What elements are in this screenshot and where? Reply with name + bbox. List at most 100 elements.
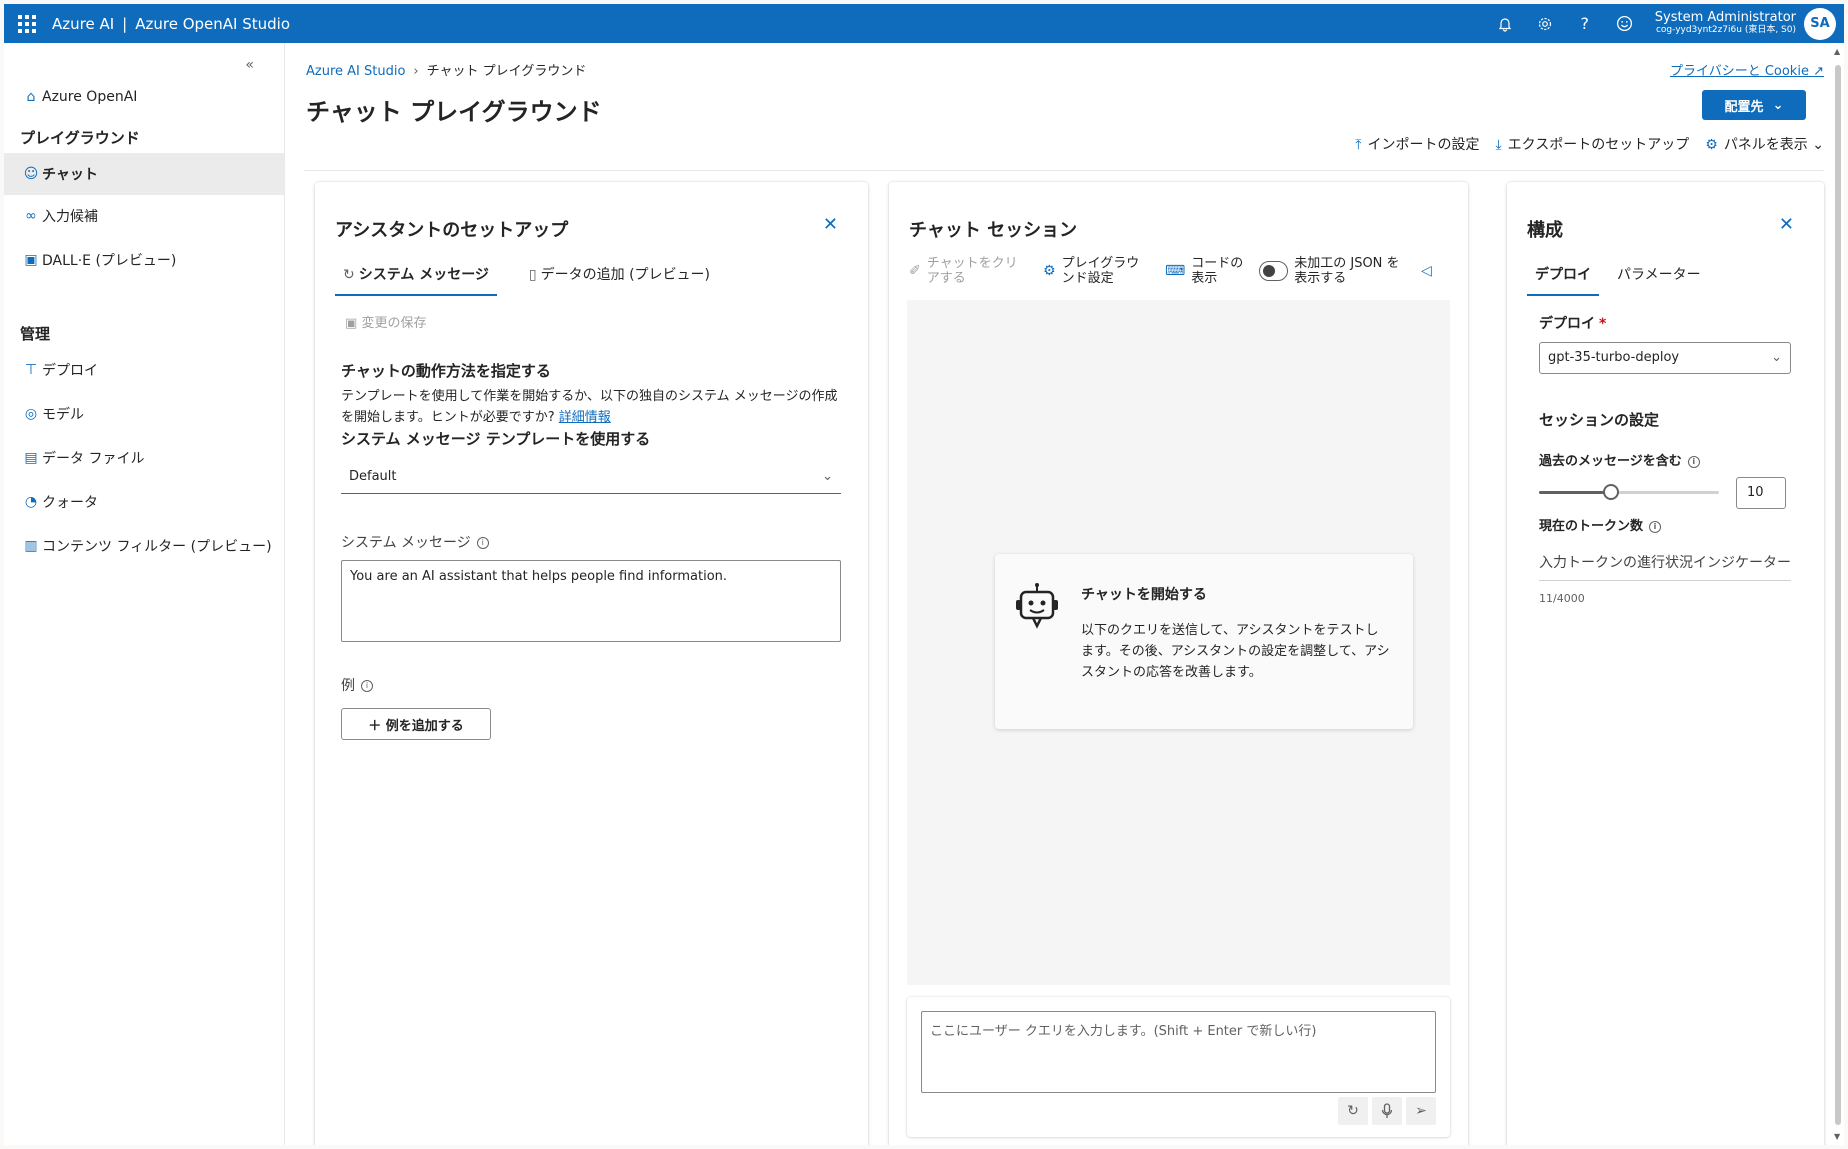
microphone-icon[interactable] <box>1372 1097 1402 1125</box>
page-scrollbar[interactable]: ▲ ▼ <box>1832 43 1844 1145</box>
scroll-down-icon[interactable]: ▼ <box>1834 1132 1840 1141</box>
show-panels-button[interactable]: ⚙ パネルを表示 ⌄ <box>1705 134 1824 154</box>
sidebar: « ⌂ Azure OpenAI プレイグラウンド ☺ チャット ∞ 入力候補 ▣ DA… <box>4 43 285 1145</box>
sidebar-item-content-filters[interactable]: ▥ コンテンツ フィルター (プレビュー) <box>4 525 285 567</box>
start-chat-description: 以下のクエリを送信して、アシスタントをテストします。その後、アシスタントの設定を… <box>1081 623 1390 680</box>
scroll-up-icon[interactable]: ▲ <box>1834 47 1840 56</box>
deploy-field-label: デプロイ * <box>1539 313 1606 333</box>
sidebar-item-completions[interactable]: ∞ 入力候補 <box>4 195 285 237</box>
tab-system-message[interactable]: ↻ システム メッセージ <box>335 264 497 296</box>
brand-azure-ai[interactable]: Azure AI <box>52 15 114 33</box>
close-icon[interactable]: ✕ <box>1779 214 1794 235</box>
learn-more-link[interactable]: 詳細情報 <box>559 410 611 425</box>
speaker-icon: ◁ <box>1421 262 1432 279</box>
tab-deploy[interactable]: デプロイ <box>1527 264 1599 296</box>
data-file-icon: ▤ <box>24 450 38 466</box>
upload-icon: ⤒ <box>1355 137 1362 153</box>
sidebar-item-label: モデル <box>42 407 84 423</box>
sidebar-item-chat[interactable]: ☺ チャット <box>4 153 285 195</box>
playground-settings-label: プレイグラウンド設定 <box>1061 256 1140 286</box>
avatar[interactable]: SA <box>1804 7 1836 40</box>
close-icon[interactable]: ✕ <box>823 214 838 235</box>
send-icon[interactable]: ➢ <box>1406 1097 1436 1125</box>
examples-label: 例i <box>341 675 373 695</box>
system-message-textarea[interactable]: You are an AI assistant that helps peopl… <box>341 560 841 642</box>
past-messages-slider[interactable] <box>1539 484 1719 500</box>
sidebar-item-azure-openai[interactable]: ⌂ Azure OpenAI <box>4 76 285 118</box>
view-code-label: コードの表示 <box>1191 256 1244 286</box>
info-icon[interactable]: i <box>1649 520 1662 533</box>
user-info[interactable]: System Administrator cog-yyd3ynt2z7i6u (… <box>1655 11 1796 37</box>
view-code-button[interactable]: ⌨ コードの表示 <box>1165 256 1245 286</box>
template-dropdown[interactable]: Default ⌄ <box>341 462 841 494</box>
session-settings-heading: セッションの設定 <box>1539 411 1660 429</box>
collapse-sidebar-icon[interactable]: « <box>245 57 254 73</box>
slider-fill <box>1539 491 1611 494</box>
past-messages-label: 過去のメッセージを含む i <box>1539 450 1700 469</box>
speaker-button[interactable]: ◁ <box>1421 262 1432 279</box>
tab-parameters[interactable]: パラメーター <box>1609 264 1709 296</box>
start-chat-card: チャットを開始する 以下のクエリを送信して、アシスタントをテストします。その後、… <box>995 554 1413 729</box>
info-icon[interactable]: i <box>361 680 373 692</box>
breadcrumb-current: チャット プレイグラウンド <box>426 64 587 79</box>
bell-icon[interactable] <box>1485 4 1525 43</box>
deploy-to-button[interactable]: 配置先 ⌄ <box>1702 90 1806 120</box>
chevron-down-icon: ⌄ <box>1812 137 1824 153</box>
sidebar-item-deploy[interactable]: ⊤ デプロイ <box>4 349 285 391</box>
export-setup-button[interactable]: ⤓ エクスポートのセットアップ <box>1495 134 1689 154</box>
chat-input-container: ここにユーザー クエリを入力します。(Shift + Enter で新しい行) … <box>907 997 1450 1137</box>
brand-product[interactable]: Azure OpenAI Studio <box>135 15 290 33</box>
show-raw-json-label: 未加工の JSON を表示する <box>1294 256 1400 286</box>
deploy-to-label: 配置先 <box>1724 99 1764 115</box>
assistant-tabs: ↻ システム メッセージ ▯ データの追加 (プレビュー) <box>335 264 718 296</box>
sidebar-item-models[interactable]: ◎ モデル <box>4 393 285 435</box>
chevron-down-icon: ⌄ <box>1772 97 1784 113</box>
deployment-value: gpt-35-turbo-deploy <box>1548 350 1680 365</box>
chat-icon: ☺ <box>23 166 39 182</box>
import-settings-label: インポートの設定 <box>1367 137 1480 153</box>
chat-toolbar: ✐ チャットをクリアする ⚙ プレイグラウンド設定 ⌨ コードの表示 未加工の JSO… <box>909 246 1458 296</box>
breadcrumb-root-link[interactable]: Azure AI Studio <box>306 64 405 79</box>
sidebar-item-data-files[interactable]: ▤ データ ファイル <box>4 437 285 479</box>
info-icon[interactable]: i <box>1687 455 1700 468</box>
save-changes-button[interactable]: ▣ 変更の保存 <box>345 312 426 331</box>
reset-icon[interactable]: ↻ <box>1338 1097 1368 1125</box>
help-icon[interactable]: ? <box>1565 4 1605 43</box>
scrollbar-thumb[interactable] <box>1835 65 1841 1125</box>
sidebar-item-label: デプロイ <box>42 363 98 379</box>
import-settings-button[interactable]: ⤒ インポートの設定 <box>1355 134 1479 154</box>
sidebar-heading-playground: プレイグラウンド <box>20 129 140 147</box>
save-changes-label: 変更の保存 <box>361 316 427 331</box>
model-icon: ◎ <box>24 406 38 422</box>
playground-settings-button[interactable]: ⚙ プレイグラウンド設定 <box>1043 256 1151 286</box>
feedback-smiley-icon[interactable] <box>1605 4 1645 43</box>
past-messages-number-input[interactable]: 10 <box>1736 477 1786 509</box>
info-icon[interactable]: i <box>476 537 489 549</box>
tab-add-data[interactable]: ▯ データの追加 (プレビュー) <box>521 264 718 296</box>
sidebar-item-quota[interactable]: ◔ クォータ <box>4 481 285 523</box>
chat-session-panel: チャット セッション ✐ チャットをクリアする ⚙ プレイグラウンド設定 ⌨ コードの… <box>889 182 1468 1145</box>
content-filter-icon: ▥ <box>24 538 38 554</box>
toggle-switch[interactable] <box>1259 261 1289 281</box>
save-icon: ▣ <box>345 316 358 331</box>
clear-chat-button[interactable]: ✐ チャットをクリアする <box>909 256 1029 286</box>
system-message-label-text: システム メッセージ <box>341 535 471 551</box>
show-raw-json-toggle[interactable]: 未加工の JSON を表示する <box>1259 256 1407 286</box>
gear-icon[interactable] <box>1525 4 1565 43</box>
token-progress-indicator: 入力トークンの進行状況インジケーター <box>1539 552 1791 581</box>
completions-icon: ∞ <box>25 208 37 224</box>
chevron-right-icon: › <box>413 64 419 79</box>
tab-label: システム メッセージ <box>358 267 489 283</box>
header-divider <box>304 170 1824 171</box>
deployment-dropdown[interactable]: gpt-35-turbo-deploy ⌄ <box>1539 342 1791 374</box>
privacy-cookie-link[interactable]: プライバシーと Cookie ↗ <box>1670 60 1824 79</box>
add-example-button[interactable]: ＋ 例を追加する <box>341 708 491 740</box>
app-launcher-icon[interactable] <box>18 14 36 33</box>
sidebar-item-dalle[interactable]: ▣ DALL·E (プレビュー) <box>4 239 285 281</box>
user-query-input[interactable]: ここにユーザー クエリを入力します。(Shift + Enter で新しい行) <box>921 1011 1436 1093</box>
add-example-label: 例を追加する <box>385 718 464 734</box>
slider-thumb[interactable] <box>1603 484 1619 500</box>
brand-separator: | <box>122 14 128 33</box>
deploy-icon: ⊤ <box>24 362 38 378</box>
behavior-description: テンプレートを使用して作業を開始するか、以下の独自のシステム メッセージの作成を… <box>341 386 841 428</box>
